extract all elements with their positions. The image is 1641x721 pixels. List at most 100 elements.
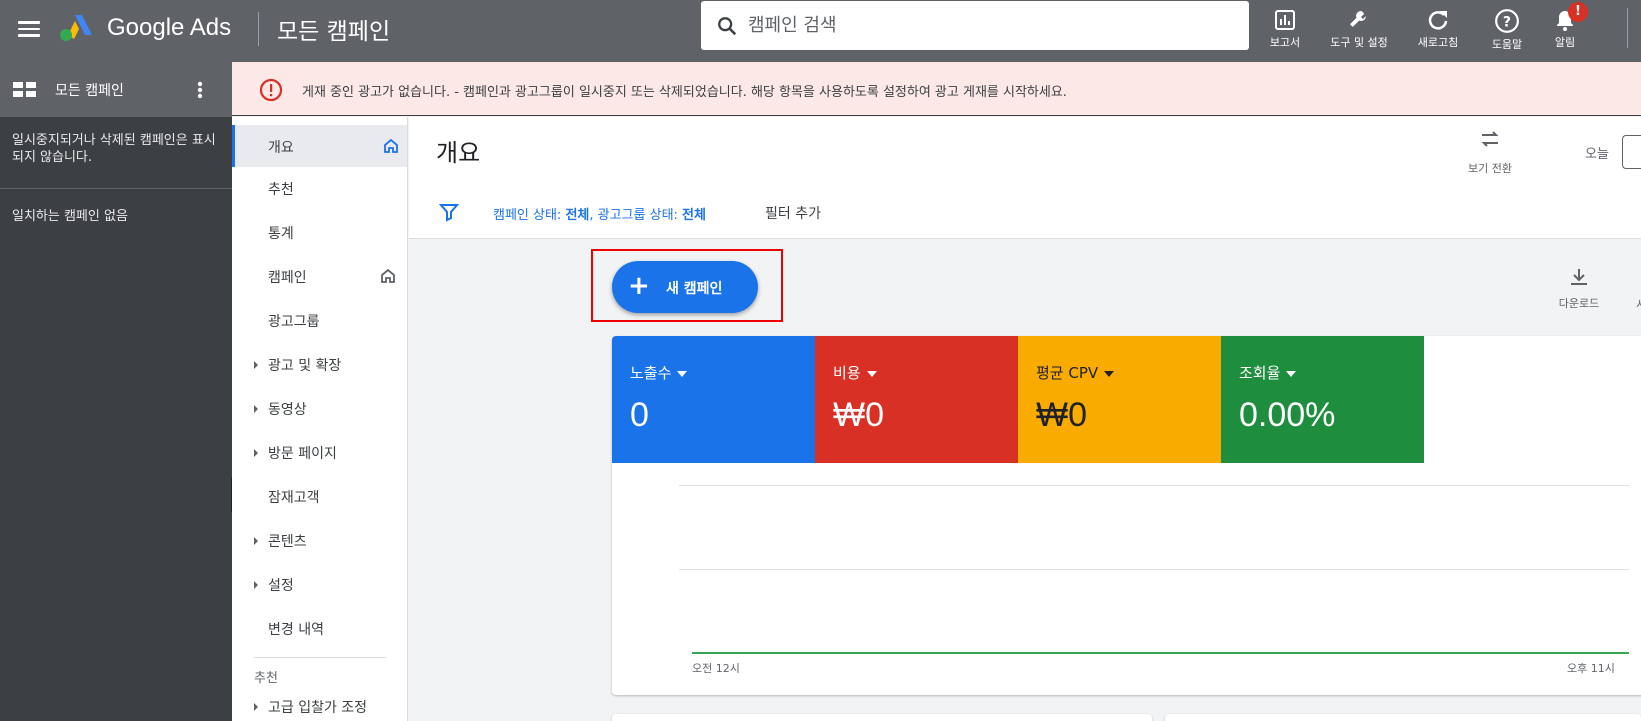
new-campaign-button[interactable]: + 새 캠페인 (612, 261, 758, 313)
main-header: 개요 보기 전환 오늘 (409, 117, 1641, 185)
campaign-panel: 모든 캠페인 일시중지되거나 삭제된 캠페인은 표시되지 않습니다. 일치하는 … (0, 62, 232, 721)
campaign-panel-title[interactable]: 모든 캠페인 (55, 80, 124, 100)
nav-item-ads-extensions[interactable]: 광고 및 확장 (232, 343, 407, 385)
nav-item-landing-pages[interactable]: 방문 페이지 (232, 431, 407, 473)
download-label: 다운로드 (1558, 297, 1600, 310)
chart-series-line (692, 652, 1629, 654)
refresh-icon (1428, 11, 1448, 30)
nav-item-label: 광고 및 확장 (268, 358, 342, 374)
reports-button[interactable]: 보고서 (1250, 8, 1320, 49)
add-filter-button[interactable]: 필터 추가 (765, 203, 821, 223)
home-icon (384, 138, 398, 153)
adgroup-status-value: 전체 (682, 208, 706, 223)
campaign-status-value: 전체 (565, 208, 590, 223)
divider (1627, 8, 1628, 48)
chart-gridline (679, 569, 1629, 570)
expand-arrow-icon (254, 537, 258, 545)
nav-item-overview[interactable]: 개요 (232, 125, 407, 167)
divider (254, 657, 386, 658)
view-switch-button[interactable]: 보기 전환 (1460, 127, 1520, 176)
nav-item-settings[interactable]: 설정 (232, 563, 407, 605)
nav-item-label: 동영상 (268, 402, 307, 418)
nav-item-insights[interactable]: 통계 (232, 211, 407, 253)
notifications-label: 알림 (1554, 36, 1576, 49)
download-icon (1571, 269, 1587, 285)
home-icon (381, 268, 395, 283)
dropdown-caret-icon (1104, 370, 1115, 377)
reports-label: 보고서 (1269, 36, 1301, 49)
expand-arrow-icon (254, 405, 258, 413)
metric-label: 조회율 (1239, 364, 1281, 382)
nav-item-label: 설정 (268, 578, 294, 594)
nav-item-label: 추천 (268, 182, 294, 198)
nav-item-recommendations[interactable]: 추천 (232, 167, 407, 209)
dropdown-caret-icon (866, 370, 877, 377)
x-tick-label: 오전 12시 (692, 662, 740, 675)
paused-campaigns-message: 일시중지되거나 삭제된 캠페인은 표시되지 않습니다. (12, 133, 216, 165)
dropdown-caret-icon (677, 370, 688, 377)
chart-gridline (679, 485, 1629, 486)
notification-badge: ! (1568, 2, 1588, 22)
nav-item-label: 잠재고객 (268, 490, 320, 506)
svg-text:?: ? (1503, 14, 1511, 30)
metric-cost[interactable]: 비용 ₩0 (815, 336, 1018, 463)
search-icon (718, 16, 737, 35)
filter-bar: 캠페인 상태: 전체, 광고그룹 상태: 전체 필터 추가 (409, 185, 1641, 239)
nav-item-campaigns[interactable]: 캠페인 (232, 255, 407, 297)
metric-value: 0 (630, 396, 649, 434)
nav-item-videos[interactable]: 동영상 (232, 387, 407, 429)
page-navigation: 개요 추천 통계 캠페인 광고그룹 광고 및 확장 동영상 방문 페이지 잠재고… (232, 117, 408, 721)
date-range-label: 오늘 (1585, 147, 1609, 162)
date-range-picker[interactable] (1622, 135, 1641, 169)
view-switch-label: 보기 전환 (1468, 162, 1512, 175)
nav-item-content[interactable]: 콘텐츠 (232, 519, 407, 561)
new-campaign-label: 새 캠페인 (666, 281, 723, 297)
tools-settings-label: 도구 및 설정 (1330, 36, 1388, 49)
refresh-button[interactable]: 새로고침 (1403, 8, 1473, 49)
notifications-button[interactable]: ! 알림 (1530, 2, 1600, 49)
performance-card: 노출수 0 비용 ₩0 평균 CPV ₩0 조회율 0.00% 오전 12시 오… (612, 336, 1641, 695)
refresh-label: 새로고침 (1417, 36, 1459, 49)
nav-item-advanced-bid-adjustments[interactable]: 고급 입찰가 조정 (232, 685, 407, 721)
search-input[interactable] (748, 15, 1228, 36)
nav-item-change-history[interactable]: 변경 내역 (232, 607, 407, 649)
nav-item-label: 고급 입찰가 조정 (268, 700, 368, 716)
nav-item-ad-groups[interactable]: 광고그룹 (232, 299, 407, 341)
expand-arrow-icon (254, 361, 258, 369)
expand-arrow-icon (254, 449, 258, 457)
metric-value: ₩0 (1036, 396, 1087, 434)
swap-icon (1481, 131, 1499, 147)
menu-icon[interactable] (18, 18, 40, 38)
nav-item-audiences[interactable]: 잠재고객 (232, 475, 407, 517)
adgroup-status-label: , 광고그룹 상태: (589, 208, 683, 223)
alert-message: 게재 중인 광고가 없습니다. - 캠페인과 광고그룹이 일시중지 또는 삭제되… (302, 85, 1067, 100)
nav-item-label: 통계 (268, 226, 294, 242)
top-app-bar: Google Ads 모든 캠페인 보고서 도구 및 설정 새로고침 ? 도움말… (0, 0, 1641, 62)
tools-settings-button[interactable]: 도구 및 설정 (1324, 8, 1394, 49)
alert-banner: 게재 중인 광고가 없습니다. - 캠페인과 광고그룹이 일시중지 또는 삭제되… (232, 62, 1641, 116)
nav-item-label: 광고그룹 (268, 314, 320, 330)
page-title: 개요 (436, 139, 481, 167)
more-options-icon[interactable] (197, 80, 203, 100)
search-box[interactable] (701, 1, 1249, 50)
download-button[interactable]: 다운로드 (1551, 266, 1607, 311)
x-tick-label: 오후 11시 (1567, 662, 1615, 675)
wrench-icon (1350, 11, 1366, 27)
metric-value: 0.00% (1239, 396, 1336, 434)
expand-arrow-icon (254, 703, 258, 711)
nav-item-label: 개요 (268, 140, 294, 156)
metric-view-rate[interactable]: 조회율 0.00% (1221, 336, 1424, 463)
brand-name: Google Ads (107, 14, 232, 41)
active-filter-chip[interactable]: 캠페인 상태: 전체, 광고그룹 상태: 전체 (493, 204, 706, 223)
nav-item-label: 콘텐츠 (268, 534, 307, 550)
metric-label: 비용 (833, 364, 861, 382)
metric-label: 노출수 (630, 364, 672, 382)
metric-label: 평균 CPV (1036, 364, 1099, 382)
metric-impressions[interactable]: 노출수 0 (612, 336, 815, 463)
grid-icon (13, 82, 36, 97)
divider (0, 188, 232, 189)
nav-item-label: 방문 페이지 (268, 446, 337, 462)
metric-avg-cpv[interactable]: 평균 CPV ₩0 (1018, 336, 1221, 463)
secondary-card (612, 714, 1152, 721)
filter-icon[interactable] (439, 202, 459, 222)
